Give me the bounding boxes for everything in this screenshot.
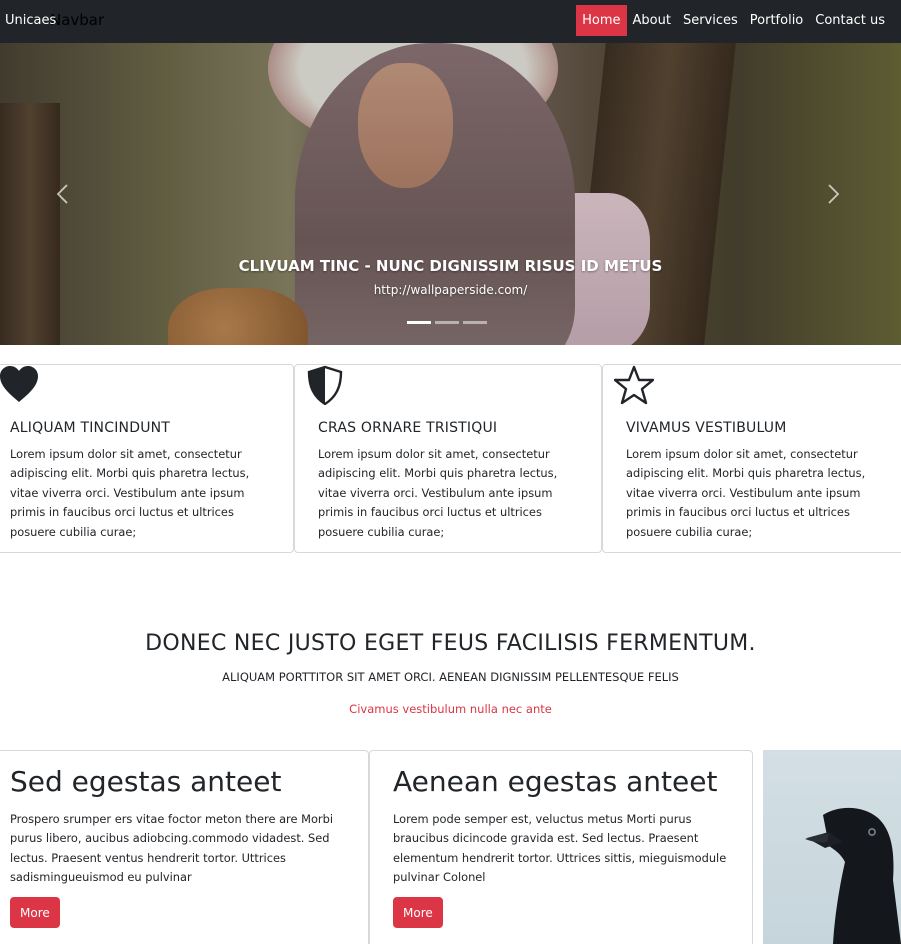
carousel-indicator-2[interactable] — [435, 321, 459, 324]
card-text-line: pulvinar Colonel — [393, 870, 486, 885]
feature-text: Lorem ipsum dolor sit amet, consectetur … — [318, 447, 558, 539]
shield-half-icon — [305, 365, 345, 406]
nav-item-services[interactable]: Services — [677, 5, 744, 36]
feature-text: Lorem ipsum dolor sit amet, consectetur … — [10, 447, 250, 539]
crow-image — [763, 750, 901, 944]
hero-overlay — [0, 43, 901, 345]
card-text-line: Lorem pode semper est, veluctus metus Mo… — [393, 812, 692, 826]
feature-card: VIVAMUS VESTIBULUM Lorem ipsum dolor sit… — [602, 364, 901, 553]
navbar-brand-shadow: Navbar — [50, 11, 105, 29]
card-title: Sed egestas anteet — [10, 765, 282, 798]
card-text-line: Prospero srumper ers vitae foctor meton … — [10, 812, 333, 826]
card-text: Lorem pode semper est, veluctus metus Mo… — [393, 810, 726, 888]
star-outline-icon — [613, 365, 655, 405]
feature-title: CRAS ORNARE TRISTIQUI — [318, 420, 498, 436]
feature-text: Lorem ipsum dolor sit amet, consectetur … — [626, 447, 866, 539]
card-text-line: elementum hendrerit tortor. Uttrices sit… — [393, 850, 727, 865]
crow-illustration — [805, 807, 901, 944]
content-card: Aenean egestas anteet Lorem pode semper … — [369, 750, 753, 944]
section-subheading: ALIQUAM PORTTITOR SIT AMET ORCI. AENEAN … — [222, 670, 679, 684]
chevron-left-icon[interactable] — [52, 183, 74, 205]
nav-item-home[interactable]: Home — [576, 5, 627, 36]
chevron-right-icon[interactable] — [822, 183, 844, 205]
section-accent-text: Civamus vestibulum nulla nec ante — [349, 702, 552, 716]
carousel-indicator-3[interactable] — [463, 321, 487, 324]
nav-item-portfolio[interactable]: Portfolio — [744, 5, 809, 36]
carousel-caption-title: CLIVUAM TINC - NUNC DIGNISSIM RISUS ID M… — [238, 257, 663, 275]
nav-item-about[interactable]: About — [627, 5, 677, 36]
more-button[interactable]: More — [10, 897, 60, 928]
card-text-line: purus libero, aucibus adiobcing.commodo … — [10, 831, 330, 846]
card-text-line: lectus. Praesent ventus hendrerit tortor… — [10, 850, 286, 865]
carousel-indicator-1[interactable] — [407, 321, 431, 324]
feature-card: ALIQUAM TINCINDUNT Lorem ipsum dolor sit… — [0, 364, 294, 553]
navbar-brand[interactable]: Unicaes — [5, 13, 56, 28]
nav-item-contact[interactable]: Contact us — [809, 5, 891, 36]
feature-card: CRAS ORNARE TRISTIQUI Lorem ipsum dolor … — [294, 364, 602, 553]
nav-menu: Home About Services Portfolio Contact us — [576, 5, 891, 36]
content-card: Sed egestas anteet Prospero srumper ers … — [0, 750, 369, 944]
feature-title: VIVAMUS VESTIBULUM — [626, 420, 787, 436]
card-title: Aenean egestas anteet — [393, 765, 718, 798]
carousel-caption-text: http://wallpaperside.com/ — [373, 283, 528, 297]
hero-carousel: CLIVUAM TINC - NUNC DIGNISSIM RISUS ID M… — [0, 43, 901, 345]
feature-title: ALIQUAM TINCINDUNT — [10, 420, 171, 436]
card-text-line: braucibus dicincode gravida est. Sed lec… — [393, 831, 699, 846]
more-button[interactable]: More — [393, 897, 443, 928]
section-headline: DONEC NEC JUSTO EGET FEUS FACILISIS FERM… — [145, 631, 756, 656]
card-text: Prospero srumper ers vitae foctor meton … — [10, 810, 333, 888]
carousel-indicators — [407, 321, 487, 324]
card-text-line: sadismingueuismod eu pulvinar — [10, 870, 192, 885]
heart-icon — [0, 365, 39, 405]
navbar: Navbar Unicaes Home About Services Portf… — [0, 0, 901, 43]
